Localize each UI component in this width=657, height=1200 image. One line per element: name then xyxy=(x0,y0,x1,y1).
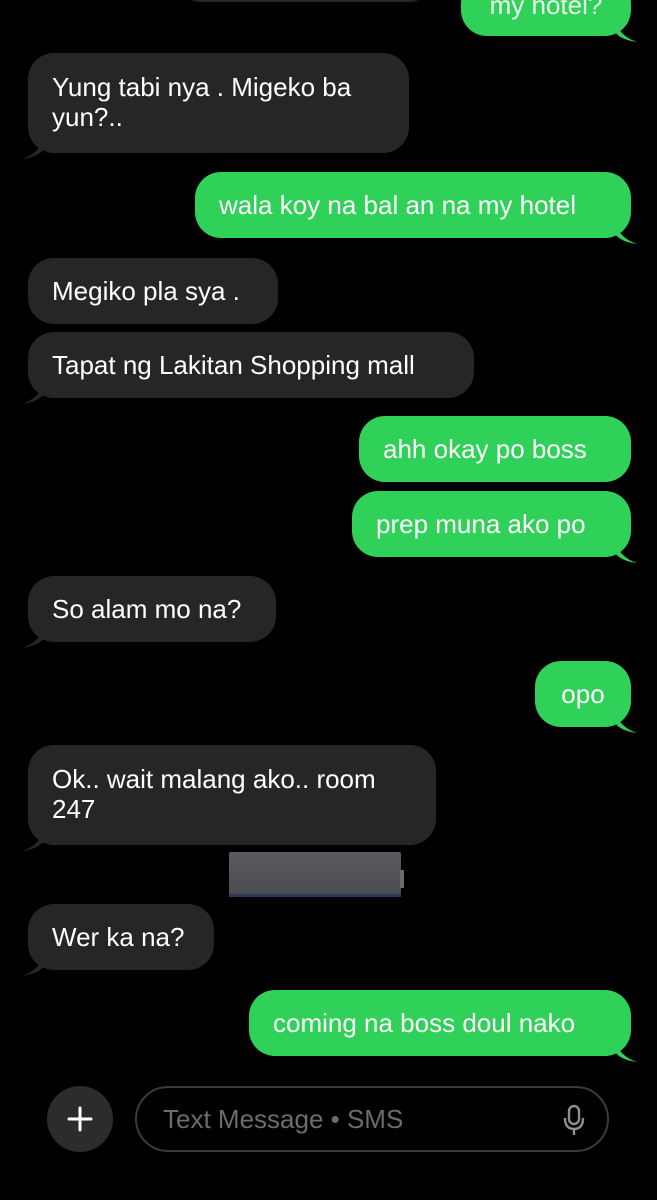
bubble-tail xyxy=(615,222,637,244)
message-text: ahh okay po boss xyxy=(383,434,587,464)
message-incoming[interactable]: Wer ka na? xyxy=(22,904,214,976)
bubble-tail xyxy=(22,626,44,648)
bubble-tail xyxy=(615,711,637,733)
message-text: coming na boss doul nako xyxy=(273,1008,576,1038)
message-outgoing[interactable]: my hotel? xyxy=(461,0,637,42)
message-text: Yung tabi nya . Migeko ba yun?.. xyxy=(52,72,352,132)
plus-icon xyxy=(67,1106,93,1132)
message-outgoing[interactable]: opo xyxy=(535,661,637,733)
microphone-icon[interactable] xyxy=(563,1104,585,1136)
message-text: Tapat ng Lakitan Shopping mall xyxy=(52,350,415,380)
message-text: wala koy na bal an na my hotel xyxy=(219,190,576,220)
message-outgoing[interactable]: ahh okay po boss xyxy=(359,416,631,482)
message-outgoing[interactable]: prep muna ako po xyxy=(352,491,637,563)
redaction-mark xyxy=(400,870,404,888)
message-incoming[interactable]: Yung tabi nya . Migeko ba yun?.. xyxy=(22,53,409,159)
message-text: opo xyxy=(561,679,605,709)
message-thread: my hotel? Yung tabi nya . Migeko ba yun?… xyxy=(0,0,657,1200)
bubble-tail xyxy=(615,541,637,563)
message-text: Wer ka na? xyxy=(52,922,185,952)
message-text: Ok.. wait malang ako.. room 247 xyxy=(52,764,376,824)
bubble-tail xyxy=(22,954,44,976)
message-text: So alam mo na? xyxy=(52,594,242,624)
redacted-timestamp xyxy=(229,852,401,896)
bubble-tail xyxy=(22,829,44,851)
message-input[interactable]: Text Message • SMS xyxy=(135,1086,609,1152)
message-text: prep muna ako po xyxy=(376,509,586,539)
message-text: Megiko pla sya . xyxy=(52,276,240,306)
redaction-edge xyxy=(229,894,401,897)
message-incoming-partial xyxy=(180,0,430,2)
add-attachment-button[interactable] xyxy=(47,1086,113,1152)
bubble-tail xyxy=(615,20,637,42)
message-incoming[interactable]: Ok.. wait malang ako.. room 247 xyxy=(22,745,436,851)
message-incoming[interactable]: Tapat ng Lakitan Shopping mall xyxy=(22,332,474,404)
bubble-tail xyxy=(22,137,44,159)
message-text: my hotel? xyxy=(489,0,603,20)
bubble-tail xyxy=(615,1040,637,1062)
message-input-placeholder: Text Message • SMS xyxy=(163,1103,404,1134)
message-outgoing[interactable]: coming na boss doul nako xyxy=(249,990,637,1062)
bubble-tail xyxy=(22,382,44,404)
message-incoming[interactable]: Megiko pla sya . xyxy=(28,258,278,324)
message-incoming[interactable]: So alam mo na? xyxy=(22,576,276,648)
message-outgoing[interactable]: wala koy na bal an na my hotel xyxy=(195,172,637,244)
